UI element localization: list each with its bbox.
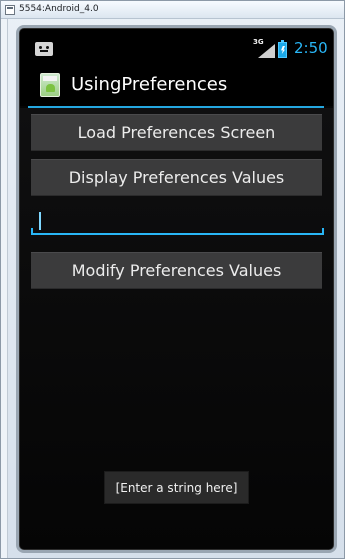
modify-preferences-values-button[interactable]: Modify Preferences Values bbox=[31, 252, 322, 289]
emulator-window: 5554:Android_4.0 3G 2:50 UsingPreference… bbox=[0, 0, 345, 559]
signal-icon bbox=[258, 44, 275, 58]
window-title: 5554:Android_4.0 bbox=[19, 4, 99, 14]
window-title-bar: 5554:Android_4.0 bbox=[1, 1, 344, 19]
toast-message: [Enter a string here] bbox=[104, 471, 249, 504]
load-preferences-screen-button[interactable]: Load Preferences Screen bbox=[31, 114, 322, 151]
android-screen: 3G 2:50 UsingPreferences Load Preference… bbox=[20, 29, 333, 549]
status-bar: 3G 2:50 bbox=[20, 29, 333, 61]
text-cursor bbox=[39, 211, 41, 230]
input-underline bbox=[31, 233, 324, 235]
preferences-input-field[interactable] bbox=[31, 205, 324, 236]
signal-indicator: 3G bbox=[253, 38, 277, 58]
window-left-frame bbox=[1, 19, 8, 558]
window-app-icon bbox=[5, 4, 15, 15]
action-bar: UsingPreferences bbox=[20, 61, 333, 106]
input-right-bracket bbox=[322, 228, 324, 235]
main-content: Load Preferences Screen Display Preferen… bbox=[20, 108, 333, 549]
display-preferences-values-button[interactable]: Display Preferences Values bbox=[31, 159, 322, 196]
notification-icon bbox=[35, 42, 53, 56]
status-time: 2:50 bbox=[294, 39, 328, 57]
battery-charging-icon bbox=[278, 40, 287, 58]
app-icon bbox=[40, 73, 60, 97]
app-title: UsingPreferences bbox=[71, 74, 228, 95]
